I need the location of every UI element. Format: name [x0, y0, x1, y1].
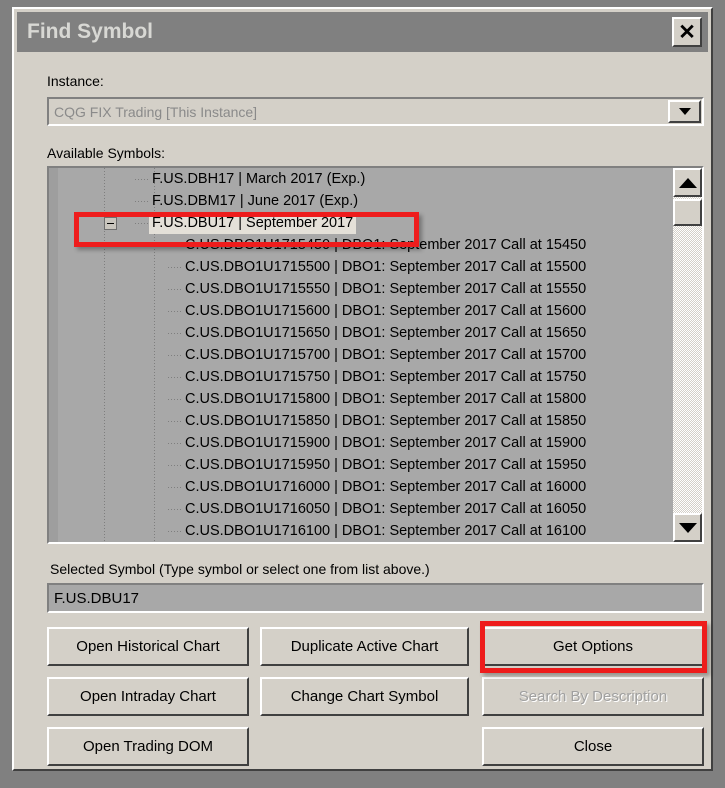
symbol-row[interactable]: C.US.DBO1U1716050 | DBO1: September 2017… [49, 498, 673, 520]
tree-connector [168, 311, 182, 312]
duplicate-active-chart-button[interactable]: Duplicate Active Chart [260, 627, 469, 666]
list-vertical-scrollbar[interactable] [673, 168, 702, 542]
arrow-down-glyph [678, 522, 697, 533]
tree-connector [168, 377, 182, 378]
tree-connector [168, 333, 182, 334]
symbol-row-label: F.US.DBH17 | March 2017 (Exp.) [152, 171, 366, 187]
tree-connector [135, 179, 149, 180]
symbol-row[interactable]: C.US.DBO1U1715550 | DBO1: September 2017… [49, 278, 673, 300]
change-chart-symbol-button[interactable]: Change Chart Symbol [260, 677, 469, 716]
symbol-row-label: C.US.DBO1U1715550 | DBO1: September 2017… [185, 281, 587, 297]
symbol-row-label: F.US.DBU17 | September 2017 [149, 212, 357, 234]
symbol-row[interactable]: C.US.DBO1U1715450 | DBO1: September 2017… [49, 234, 673, 256]
symbol-row-label: C.US.DBO1U1715750 | DBO1: September 2017… [185, 369, 587, 385]
dialog-title: Find Symbol [27, 20, 153, 43]
find-symbol-dialog: Find Symbol ✕ Instance: CQG FIX Trading … [12, 7, 713, 771]
tree-connector [168, 245, 182, 246]
arrow-up-icon[interactable] [673, 168, 702, 197]
chevron-down-icon[interactable] [668, 100, 701, 123]
symbol-row-label: C.US.DBO1U1716100 | DBO1: September 2017… [185, 523, 587, 539]
symbol-row-label: C.US.DBO1U1716000 | DBO1: September 2017… [185, 479, 587, 495]
tree-connector [168, 531, 182, 532]
close-button[interactable]: Close [482, 727, 704, 766]
symbol-row-label: F.US.DBM17 | June 2017 (Exp.) [152, 193, 359, 209]
instance-selected-value: CQG FIX Trading [This Instance] [54, 103, 258, 120]
symbol-row[interactable]: C.US.DBO1U1715500 | DBO1: September 2017… [49, 256, 673, 278]
symbol-row[interactable]: C.US.DBO1U1715700 | DBO1: September 2017… [49, 344, 673, 366]
arrow-up-glyph [678, 177, 697, 188]
symbol-row-label: C.US.DBO1U1715700 | DBO1: September 2017… [185, 347, 587, 363]
tree-connector [135, 201, 149, 202]
symbol-row-label: C.US.DBO1U1715450 | DBO1: September 2017… [185, 237, 587, 253]
symbol-row[interactable]: F.US.DBU17 | September 2017 [49, 212, 673, 234]
tree-collapse-icon[interactable] [104, 217, 117, 230]
symbol-row-label: C.US.DBO1U1715800 | DBO1: September 2017… [185, 391, 587, 407]
symbol-rows: F.US.DBH17 | March 2017 (Exp.) F.US.DBM17… [49, 168, 673, 542]
open-historical-chart-button[interactable]: Open Historical Chart [47, 627, 249, 666]
symbol-row[interactable]: C.US.DBO1U1715850 | DBO1: September 2017… [49, 410, 673, 432]
selected-symbol-label: Selected Symbol (Type symbol or select o… [50, 561, 430, 577]
symbol-row[interactable]: C.US.DBO1U1715800 | DBO1: September 2017… [49, 388, 673, 410]
open-trading-dom-button[interactable]: Open Trading DOM [47, 727, 249, 766]
tree-connector [168, 487, 182, 488]
search-by-description-button: Search By Description [482, 677, 704, 716]
tree-connector [168, 399, 182, 400]
symbol-row[interactable]: C.US.DBO1U1715750 | DBO1: September 2017… [49, 366, 673, 388]
symbol-row[interactable]: F.US.DBM17 | June 2017 (Exp.) [49, 190, 673, 212]
symbol-row-label: C.US.DBO1U1715850 | DBO1: September 2017… [185, 413, 587, 429]
instance-label: Instance: [47, 73, 104, 89]
symbol-row[interactable]: F.US.DBH17 | March 2017 (Exp.) [49, 168, 673, 190]
symbol-row[interactable]: C.US.DBO1U1715950 | DBO1: September 2017… [49, 454, 673, 476]
dialog-titlebar: Find Symbol ✕ [17, 12, 708, 52]
tree-connector [168, 465, 182, 466]
tree-connector [168, 443, 182, 444]
tree-connector [168, 289, 182, 290]
symbol-row-label: C.US.DBO1U1715950 | DBO1: September 2017… [185, 457, 587, 473]
tree-connector [168, 509, 182, 510]
symbol-row[interactable]: C.US.DBO1U1716100 | DBO1: September 2017… [49, 520, 673, 542]
tree-connector [168, 355, 182, 356]
symbol-row[interactable]: C.US.DBO1U1715600 | DBO1: September 2017… [49, 300, 673, 322]
symbol-row-label: C.US.DBO1U1716050 | DBO1: September 2017… [185, 501, 587, 517]
selected-symbol-input[interactable] [47, 583, 704, 613]
open-intraday-chart-button[interactable]: Open Intraday Chart [47, 677, 249, 716]
symbol-row-label: C.US.DBO1U1715600 | DBO1: September 2017… [185, 303, 587, 319]
scrollbar-thumb[interactable] [673, 199, 702, 226]
tree-connector [135, 223, 149, 224]
available-symbols-label: Available Symbols: [47, 145, 166, 161]
instance-dropdown[interactable]: CQG FIX Trading [This Instance] [47, 97, 704, 126]
get-options-button[interactable]: Get Options [482, 627, 704, 666]
arrow-down-icon[interactable] [673, 513, 702, 542]
symbol-row-label: C.US.DBO1U1715900 | DBO1: September 2017… [185, 435, 587, 451]
tree-connector [168, 267, 182, 268]
tree-connector [168, 421, 182, 422]
symbol-row[interactable]: C.US.DBO1U1715650 | DBO1: September 2017… [49, 322, 673, 344]
symbol-row-label: C.US.DBO1U1715650 | DBO1: September 2017… [185, 325, 587, 341]
symbol-row[interactable]: C.US.DBO1U1716000 | DBO1: September 2017… [49, 476, 673, 498]
symbol-row[interactable]: C.US.DBO1U1715900 | DBO1: September 2017… [49, 432, 673, 454]
symbol-tree[interactable]: F.US.DBH17 | March 2017 (Exp.) F.US.DBM17… [49, 168, 673, 542]
close-icon[interactable]: ✕ [672, 17, 702, 47]
chevron-down-glyph [678, 108, 691, 115]
available-symbols-list[interactable]: F.US.DBH17 | March 2017 (Exp.) F.US.DBM17… [47, 166, 704, 544]
symbol-row-label: C.US.DBO1U1715500 | DBO1: September 2017… [185, 259, 587, 275]
